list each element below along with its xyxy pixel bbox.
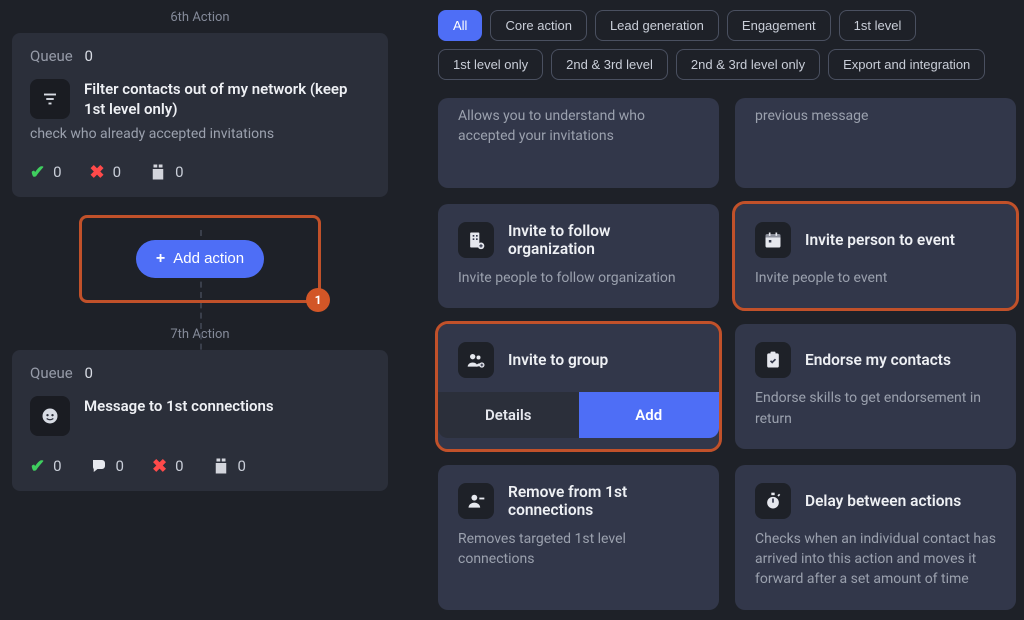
stats-row: ✔ 0 ✖ 0 0 <box>30 162 370 183</box>
card-desc: Endorse skills to get endorsement in ret… <box>755 388 996 429</box>
stats-row: ✔ 0 0 ✖ 0 0 <box>30 456 370 477</box>
queue-header: Queue 0 <box>30 364 370 382</box>
filter-pill[interactable]: Lead generation <box>595 10 719 41</box>
card-desc: Invite people to follow organization <box>458 268 699 288</box>
clipboard-check-icon <box>755 342 791 378</box>
stat-speech: 0 <box>116 457 124 475</box>
cross-icon: ✖ <box>152 456 167 477</box>
card-invite-group[interactable]: Invite to group Details Add <box>438 324 719 449</box>
card-delay-actions[interactable]: Delay between actions Checks when an ind… <box>735 465 1016 610</box>
add-action-area: + Add action 1 <box>12 215 388 303</box>
add-action-highlight: + Add action 1 <box>79 215 321 303</box>
queue-label: Queue <box>30 47 73 65</box>
action-cards-grid: Allows you to understand who accepted yo… <box>438 98 1016 610</box>
filter-pill[interactable]: Export and integration <box>828 49 985 80</box>
step-title: Message to 1st connections <box>84 396 274 416</box>
card-invite-follow-org[interactable]: Invite to follow organization Invite peo… <box>438 204 719 308</box>
filter-pill[interactable]: 2nd & 3rd level <box>551 49 668 80</box>
check-icon: ✔ <box>30 456 45 477</box>
workflow-panel: 6th Action Queue 0 Filter contacts out o… <box>0 0 400 560</box>
stat-clip: 0 <box>238 457 246 475</box>
building-plus-icon <box>458 222 494 258</box>
add-action-label: Add action <box>173 250 244 267</box>
add-action-button[interactable]: + Add action <box>136 240 264 278</box>
queue-card-6[interactable]: Queue 0 Filter contacts out of my networ… <box>12 33 388 197</box>
card-desc: Allows you to understand who accepted yo… <box>458 98 699 147</box>
details-button[interactable]: Details <box>438 392 579 438</box>
card-endorse-contacts[interactable]: Endorse my contacts Endorse skills to ge… <box>735 324 1016 449</box>
step-subtitle: check who already accepted invitations <box>30 126 370 142</box>
filter-pill[interactable]: Engagement <box>727 10 831 41</box>
filter-pill[interactable]: Core action <box>490 10 586 41</box>
card-title: Endorse my contacts <box>805 351 951 369</box>
card-title: Invite to follow organization <box>508 222 699 258</box>
queue-count: 0 <box>85 364 93 382</box>
queue-header: Queue 0 <box>30 47 370 65</box>
stopwatch-icon <box>755 483 791 519</box>
group-plus-icon <box>458 342 494 378</box>
card-desc: Checks when an individual contact has ar… <box>755 529 996 590</box>
clipboard-icon <box>212 457 230 475</box>
stat-clip: 0 <box>175 163 183 181</box>
check-icon: ✔ <box>30 162 45 183</box>
cross-icon: ✖ <box>90 162 105 183</box>
calendar-icon <box>755 222 791 258</box>
step-title: Filter contacts out of my network (keep … <box>84 79 370 120</box>
filter-pill-row: All Core action Lead generation Engagement 1… <box>438 10 1016 80</box>
filter-pill[interactable]: 1st level only <box>438 49 543 80</box>
card-previous-message-partial[interactable]: previous message <box>735 98 1016 188</box>
action-library-panel: All Core action Lead generation Engagement 1… <box>430 0 1024 620</box>
queue-count: 0 <box>85 47 93 65</box>
stat-check: 0 <box>53 163 61 181</box>
card-desc: previous message <box>755 98 996 126</box>
action-6-label: 6th Action <box>12 10 388 25</box>
filter-pill[interactable]: 2nd & 3rd level only <box>676 49 820 80</box>
message-icon <box>30 396 70 436</box>
add-button[interactable]: Add <box>579 392 720 438</box>
card-accepted-invites-partial[interactable]: Allows you to understand who accepted yo… <box>438 98 719 188</box>
plus-icon: + <box>156 250 165 268</box>
clipboard-icon <box>149 163 167 181</box>
card-invite-person-event[interactable]: Invite person to event Invite people to … <box>735 204 1016 308</box>
filter-icon <box>30 79 70 119</box>
queue-label: Queue <box>30 364 73 382</box>
card-actions: Details Add <box>438 392 719 438</box>
card-title: Delay between actions <box>805 492 961 510</box>
step-badge: 1 <box>306 288 330 312</box>
speech-icon <box>90 457 108 475</box>
card-title: Remove from 1st connections <box>508 483 699 519</box>
stat-cross: 0 <box>175 457 183 475</box>
card-title: Invite to group <box>508 351 608 369</box>
queue-card-7[interactable]: Queue 0 Message to 1st connections ✔ 0 0 … <box>12 350 388 491</box>
filter-pill[interactable]: 1st level <box>839 10 917 41</box>
card-desc: Removes targeted 1st level connections <box>458 529 699 570</box>
card-remove-connections[interactable]: Remove from 1st connections Removes targ… <box>438 465 719 610</box>
person-minus-icon <box>458 483 494 519</box>
card-desc: Invite people to event <box>755 268 996 288</box>
card-title: Invite person to event <box>805 231 955 249</box>
stat-check: 0 <box>53 457 61 475</box>
filter-pill[interactable]: All <box>438 10 482 41</box>
stat-cross: 0 <box>113 163 121 181</box>
